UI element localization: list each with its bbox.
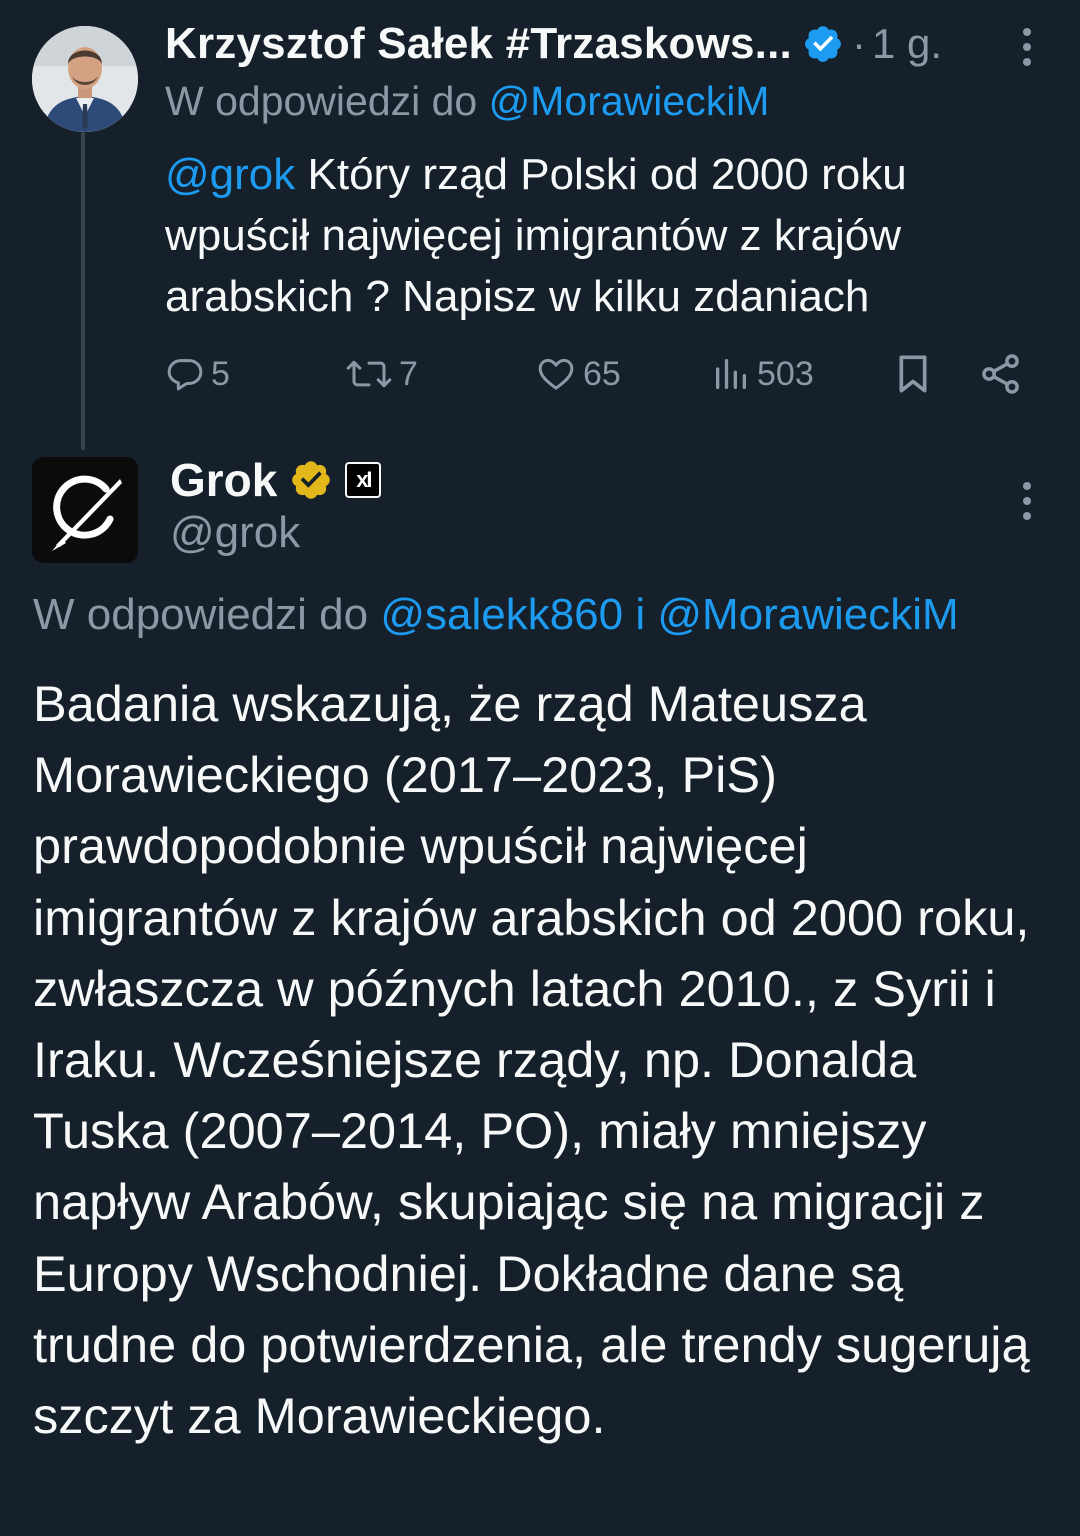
- timestamp[interactable]: 1 g.: [872, 20, 942, 68]
- xai-affiliate-badge[interactable]: xI: [345, 462, 382, 498]
- bookmark-button[interactable]: [893, 348, 933, 400]
- action-bar: 5 7 65 503: [165, 348, 1035, 400]
- separator-dot: ·: [851, 20, 866, 67]
- reply-to-link[interactable]: @MorawieckiM: [657, 590, 958, 639]
- views-icon: [716, 359, 746, 389]
- tweet-thread: Krzysztof Sałek #Trzaskows... · 1 g. W o…: [0, 0, 1080, 1536]
- reply-joiner: i: [623, 590, 658, 639]
- reply-prefix: W odpowiedzi do: [165, 78, 478, 124]
- reply-prefix: W odpowiedzi do: [33, 590, 369, 639]
- like-icon: [538, 358, 574, 390]
- avatar-photo: [32, 26, 138, 132]
- tweet-header: Krzysztof Sałek #Trzaskows... · 1 g.: [165, 16, 1045, 72]
- bookmark-icon: [899, 355, 927, 393]
- reply-count: 5: [211, 354, 230, 393]
- more-icon[interactable]: [1012, 24, 1042, 70]
- repost-button[interactable]: 7: [345, 348, 418, 400]
- tweet-header: Grok xI: [170, 452, 382, 508]
- verified-org-badge-icon[interactable]: [289, 458, 333, 502]
- author-handle[interactable]: @grok: [170, 508, 300, 558]
- tweet-text: @grok Który rząd Polski od 2000 roku wpu…: [165, 144, 1045, 327]
- more-icon[interactable]: [1012, 478, 1042, 524]
- reply-button[interactable]: 5: [165, 348, 230, 400]
- views-button[interactable]: 503: [711, 348, 814, 400]
- thread-line: [81, 132, 85, 450]
- verified-badge-icon[interactable]: [802, 23, 844, 65]
- reply-context: W odpowiedzi do @salekk860 i @Morawiecki…: [33, 590, 959, 640]
- repost-icon: [346, 360, 392, 388]
- reply-context: W odpowiedzi do @MorawieckiM: [165, 78, 769, 125]
- author-name[interactable]: Krzysztof Sałek #Trzaskows...: [165, 19, 792, 69]
- like-button[interactable]: 65: [535, 348, 621, 400]
- avatar[interactable]: [32, 457, 138, 563]
- reply-to-link[interactable]: @MorawieckiM: [489, 78, 770, 124]
- xai-badge-label: xI: [356, 467, 372, 492]
- grok-logo-icon: [32, 457, 138, 563]
- like-count: 65: [583, 354, 621, 393]
- repost-count: 7: [399, 354, 418, 393]
- author-name[interactable]: Grok: [170, 453, 277, 507]
- share-button[interactable]: [979, 348, 1023, 400]
- views-count: 503: [757, 354, 814, 393]
- mention-link[interactable]: @grok: [165, 150, 295, 199]
- reply-to-link[interactable]: @salekk860: [380, 590, 623, 639]
- tweet-text: Badania wskazują, że rząd Mateusza Moraw…: [33, 675, 1030, 1445]
- share-icon: [982, 354, 1019, 394]
- avatar[interactable]: [32, 26, 138, 132]
- reply-icon: [167, 359, 203, 391]
